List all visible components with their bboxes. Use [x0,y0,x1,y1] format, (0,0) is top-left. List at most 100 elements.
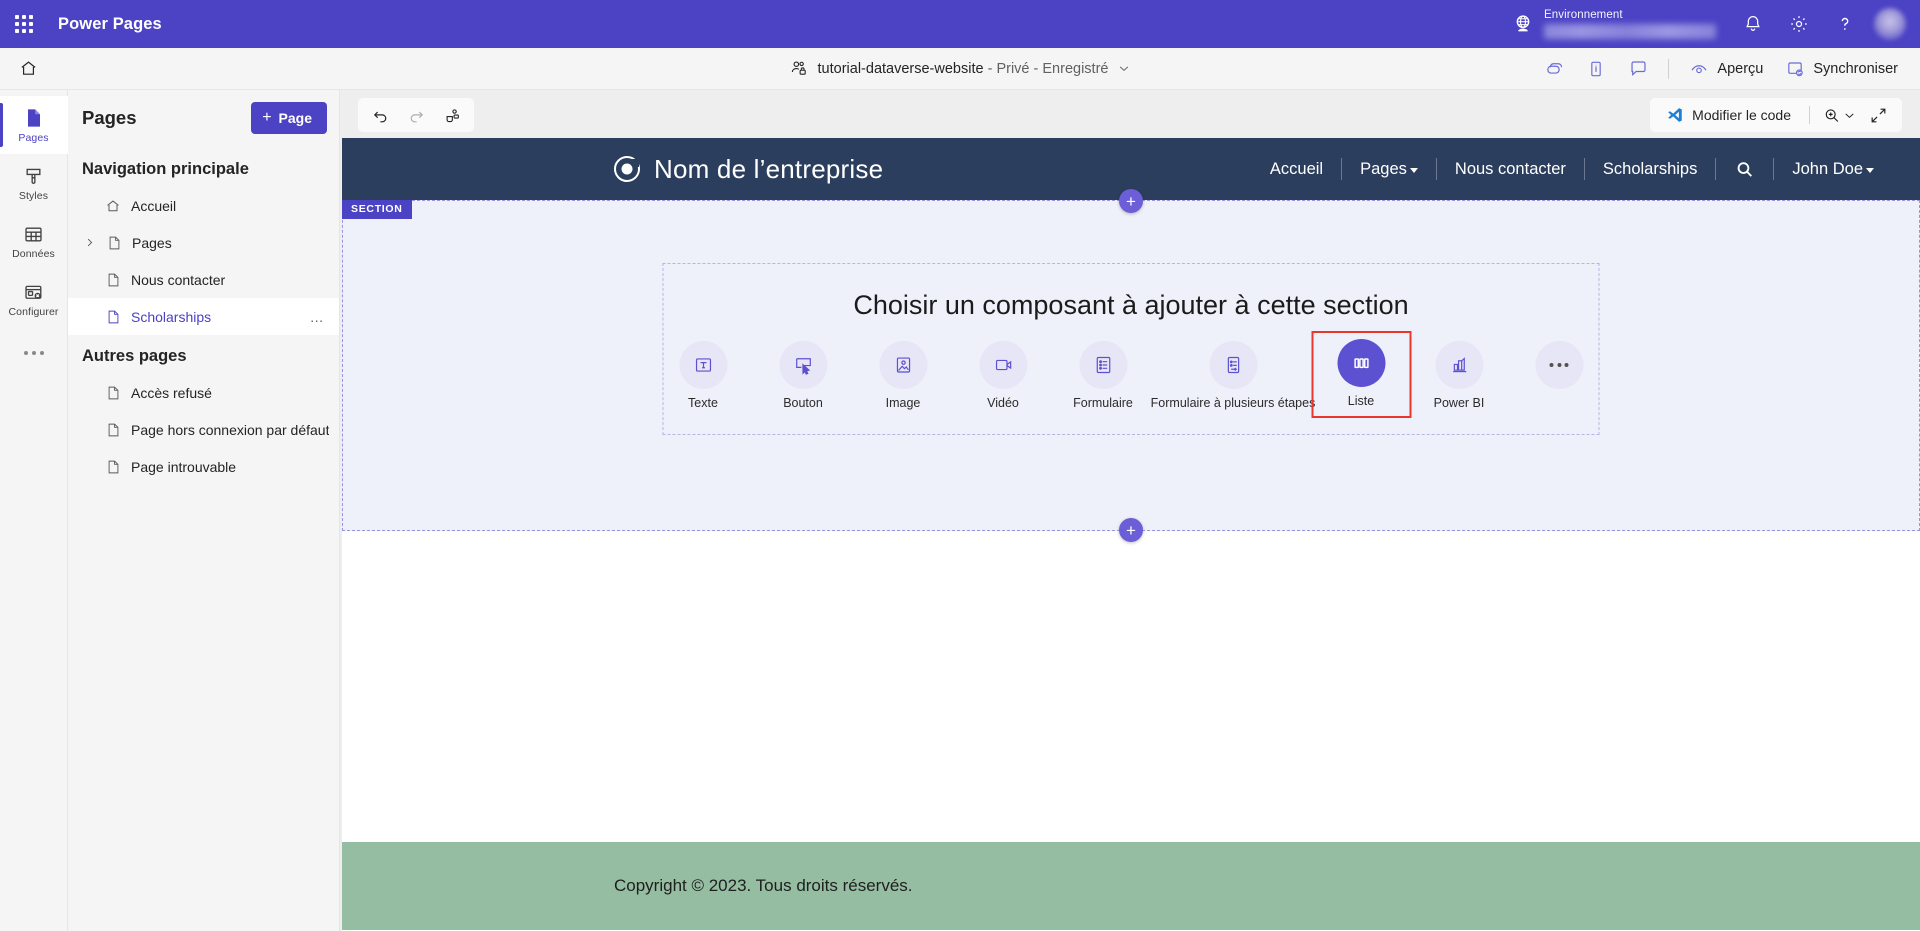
component-label: Liste [1348,394,1374,408]
sync-label: Synchroniser [1813,61,1898,77]
chevron-right-icon[interactable] [82,237,96,248]
component-formulaire-multietapes[interactable]: Formulaire à plusieurs étapes [1153,339,1313,410]
page-icon [105,235,123,251]
chevron-down-icon [1410,168,1418,173]
video-component-icon [979,341,1027,389]
zoom-control[interactable] [1818,106,1860,125]
preview-button[interactable]: Aperçu [1679,53,1773,85]
table-data-icon [22,223,45,246]
component-liste[interactable]: Liste [1311,331,1411,418]
edit-code-button[interactable]: Modifier le code [1656,99,1801,131]
page-section[interactable]: SECTION + Choisir un composant à ajouter… [342,200,1920,531]
sidebar-label-setup: Configurer [8,307,58,318]
site-name-label: tutorial-dataverse-website - Privé - Enr… [818,61,1109,77]
notifications-bell-icon[interactable] [1730,0,1776,48]
sidebar-label-pages: Pages [18,133,48,144]
component-bouton[interactable]: Bouton [753,339,853,410]
component-label: Vidéo [987,396,1019,410]
add-page-button[interactable]: + Page [251,102,327,134]
page-title: Pages [82,107,137,129]
site-nav-accueil[interactable]: Accueil [1252,160,1341,179]
component-texte[interactable]: Texte [653,339,753,410]
user-avatar[interactable] [1874,8,1906,40]
page-overflow-icon[interactable]: … [310,309,325,325]
command-divider [1668,59,1669,79]
component-formulaire[interactable]: Formulaire [1053,339,1153,410]
copilot-icon[interactable] [1534,48,1574,90]
site-nav-scholarships[interactable]: Scholarships [1585,160,1715,179]
site-search-button[interactable] [1716,159,1773,180]
device-info-icon[interactable] [1576,48,1616,90]
page-label: Pages [132,235,172,251]
site-title-text: tutorial-dataverse-website [818,61,984,77]
redo-icon[interactable] [398,99,434,131]
component-label: Bouton [783,396,823,410]
image-component-icon [879,341,927,389]
site-nav-nous-contacter[interactable]: Nous contacter [1437,160,1584,179]
site-name-dropdown[interactable]: tutorial-dataverse-website - Privé - Enr… [782,56,1139,81]
page-item-page-hors-connexion[interactable]: Page hors connexion par défaut [68,411,339,448]
page-item-page-introuvable[interactable]: Page introuvable [68,448,339,485]
environment-selector[interactable]: Environnement [1512,9,1716,40]
sidebar-item-pages[interactable]: Pages [0,96,68,154]
component-label: Power BI [1434,396,1485,410]
page-item-nous-contacter[interactable]: Nous contacter [68,261,339,298]
page-icon [104,272,122,288]
brush-icon [22,165,45,188]
expand-icon[interactable] [1860,99,1896,131]
page-item-acces-refuse[interactable]: Accès refusé [68,374,339,411]
feedback-chat-icon[interactable] [1618,48,1658,90]
page-link-icon[interactable] [434,99,470,131]
component-label: Image [886,396,921,410]
component-image[interactable]: Image [853,339,953,410]
undo-icon[interactable] [362,99,398,131]
plus-icon: + [262,110,271,126]
zoom-in-icon [1822,106,1841,125]
page-label: Accès refusé [131,385,212,401]
pages-tree: Navigation principale Accueil Pages [68,146,339,485]
home-icon[interactable] [0,48,56,90]
component-video[interactable]: Vidéo [953,339,1053,410]
add-section-above-button[interactable]: + [1119,189,1143,213]
search-icon [1734,159,1755,180]
edit-code-label: Modifier le code [1692,107,1791,123]
site-brand[interactable]: Nom de l’entreprise [614,154,883,185]
page-editor: Modifier le code [340,90,1920,931]
app-launcher-icon[interactable] [0,0,48,48]
component-picker: Choisir un composant à ajouter à cette s… [663,263,1600,435]
environment-label: Environnement [1544,9,1716,22]
more-options-icon[interactable] [0,328,68,378]
site-nav-pages[interactable]: Pages [1342,160,1436,179]
site-nav-label: Pages [1360,160,1407,179]
site-status-text: Enregistré [1042,61,1108,77]
footer-copyright: Copyright © 2023. Tous droits réservés. [614,876,913,896]
page-label: Accueil [131,198,176,214]
setup-gear-icon [22,281,45,304]
component-powerbi[interactable]: Power BI [1409,339,1509,410]
sidebar-label-styles: Styles [19,191,48,202]
site-footer: Copyright © 2023. Tous droits réservés. [342,842,1920,930]
help-question-icon[interactable] [1822,0,1868,48]
page-item-pages[interactable]: Pages [68,224,339,261]
sync-button[interactable]: Synchroniser [1775,53,1908,85]
sidebar-item-styles[interactable]: Styles [0,154,68,212]
canvas-empty-area [342,531,1920,842]
component-label: Formulaire à plusieurs étapes [1151,396,1316,410]
command-bar-actions: Aperçu Synchroniser [1534,48,1908,90]
add-section-below-button[interactable]: + [1119,518,1143,542]
page-item-scholarships[interactable]: Scholarships … [68,298,339,335]
sidebar-item-data[interactable]: Données [0,212,68,270]
editor-view-tools: Modifier le code [1650,98,1902,132]
site-user-menu[interactable]: John Doe [1774,160,1892,179]
page-item-accueil[interactable]: Accueil [68,187,339,224]
component-list: Texte Bouton [653,339,1609,418]
component-more[interactable] [1509,339,1609,396]
left-rail: Pages Styles Données Configurer [0,90,68,931]
site-nav-label: Nous contacter [1455,160,1566,179]
chevron-down-icon [1117,62,1130,75]
settings-gear-icon[interactable] [1776,0,1822,48]
list-component-icon [1337,339,1385,387]
sidebar-item-setup[interactable]: Configurer [0,270,68,328]
top-app-bar: Power Pages Environnement [0,0,1920,48]
app-title: Power Pages [58,15,162,34]
